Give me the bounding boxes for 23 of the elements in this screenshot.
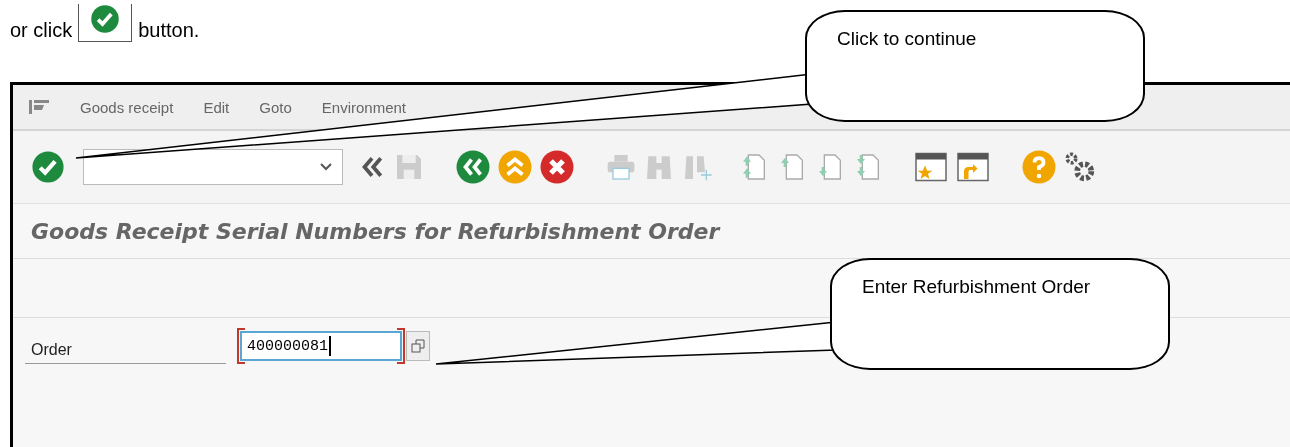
callout-bubble: Enter Refurbishment Order: [830, 258, 1170, 370]
callout-bubble: Click to continue: [805, 10, 1145, 122]
check-icon: [31, 150, 65, 184]
intro-text: or click: [10, 19, 73, 42]
help-icon[interactable]: [1021, 149, 1057, 185]
menu-icon[interactable]: [28, 99, 50, 115]
command-field[interactable]: [83, 149, 343, 185]
chevron-down-icon: [320, 163, 332, 171]
menu-item[interactable]: Edit: [203, 98, 230, 116]
intro-text: button.: [138, 19, 200, 42]
settings-icon[interactable]: [1063, 150, 1097, 184]
menu-item[interactable]: Environment: [321, 98, 406, 116]
copy-icon: [411, 339, 425, 353]
field-label: Order: [25, 336, 226, 364]
menu-item[interactable]: Goods receipt: [80, 98, 174, 116]
back-icon[interactable]: [455, 149, 491, 185]
order-input-field[interactable]: 400000081: [240, 331, 402, 361]
exit-icon[interactable]: [497, 149, 533, 185]
check-icon: [90, 4, 121, 34]
search-help-button[interactable]: [406, 331, 430, 361]
menu-item[interactable]: Goto: [259, 98, 292, 116]
cancel-icon[interactable]: [539, 149, 575, 185]
enter-button[interactable]: [31, 150, 65, 184]
